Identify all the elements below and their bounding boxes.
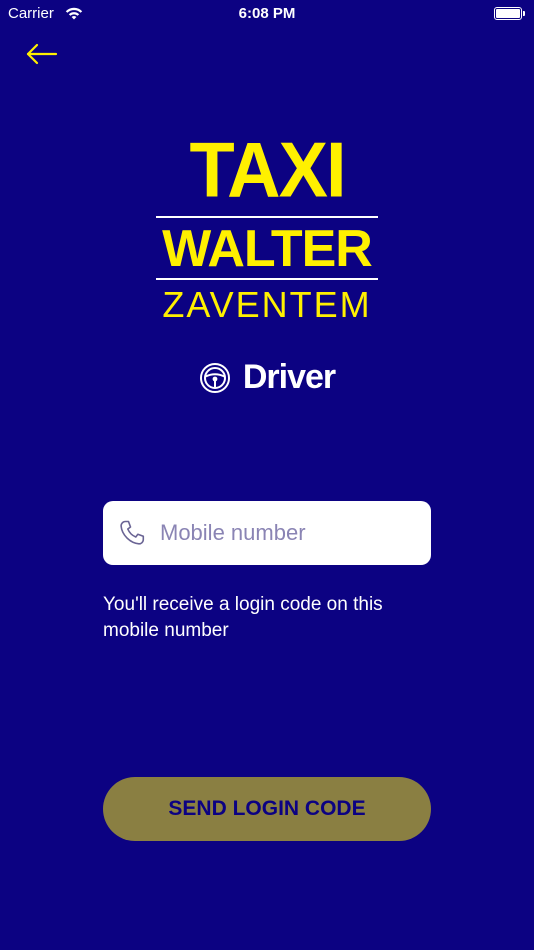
status-bar: Carrier 6:08 PM bbox=[0, 0, 534, 28]
helper-text: You'll receive a login code on this mobi… bbox=[103, 594, 383, 641]
battery-level bbox=[496, 9, 520, 18]
logo-line-walter: WALTER bbox=[162, 220, 373, 278]
phone-icon bbox=[120, 520, 145, 545]
battery-icon bbox=[494, 7, 525, 20]
login-screen: Carrier 6:08 PM TAXI WALTER ZAVENTEM Dri… bbox=[0, 0, 534, 950]
mobile-number-field[interactable] bbox=[103, 501, 431, 565]
driver-label: Driver bbox=[242, 358, 336, 396]
logo-line-taxi: TAXI bbox=[189, 125, 346, 214]
driver-badge: Driver bbox=[0, 358, 534, 398]
taxi-walter-logo: TAXI WALTER ZAVENTEM bbox=[156, 125, 378, 328]
logo-divider bbox=[156, 216, 378, 218]
logo-line-zaventem: ZAVENTEM bbox=[162, 284, 372, 325]
mobile-number-input[interactable] bbox=[160, 501, 420, 565]
steering-wheel-icon bbox=[199, 362, 230, 393]
status-time: 6:08 PM bbox=[238, 5, 296, 22]
send-login-code-button[interactable]: SEND LOGIN CODE bbox=[103, 777, 431, 841]
back-button[interactable] bbox=[24, 38, 60, 70]
arrow-left-icon bbox=[26, 43, 58, 65]
logo-divider bbox=[156, 278, 378, 280]
